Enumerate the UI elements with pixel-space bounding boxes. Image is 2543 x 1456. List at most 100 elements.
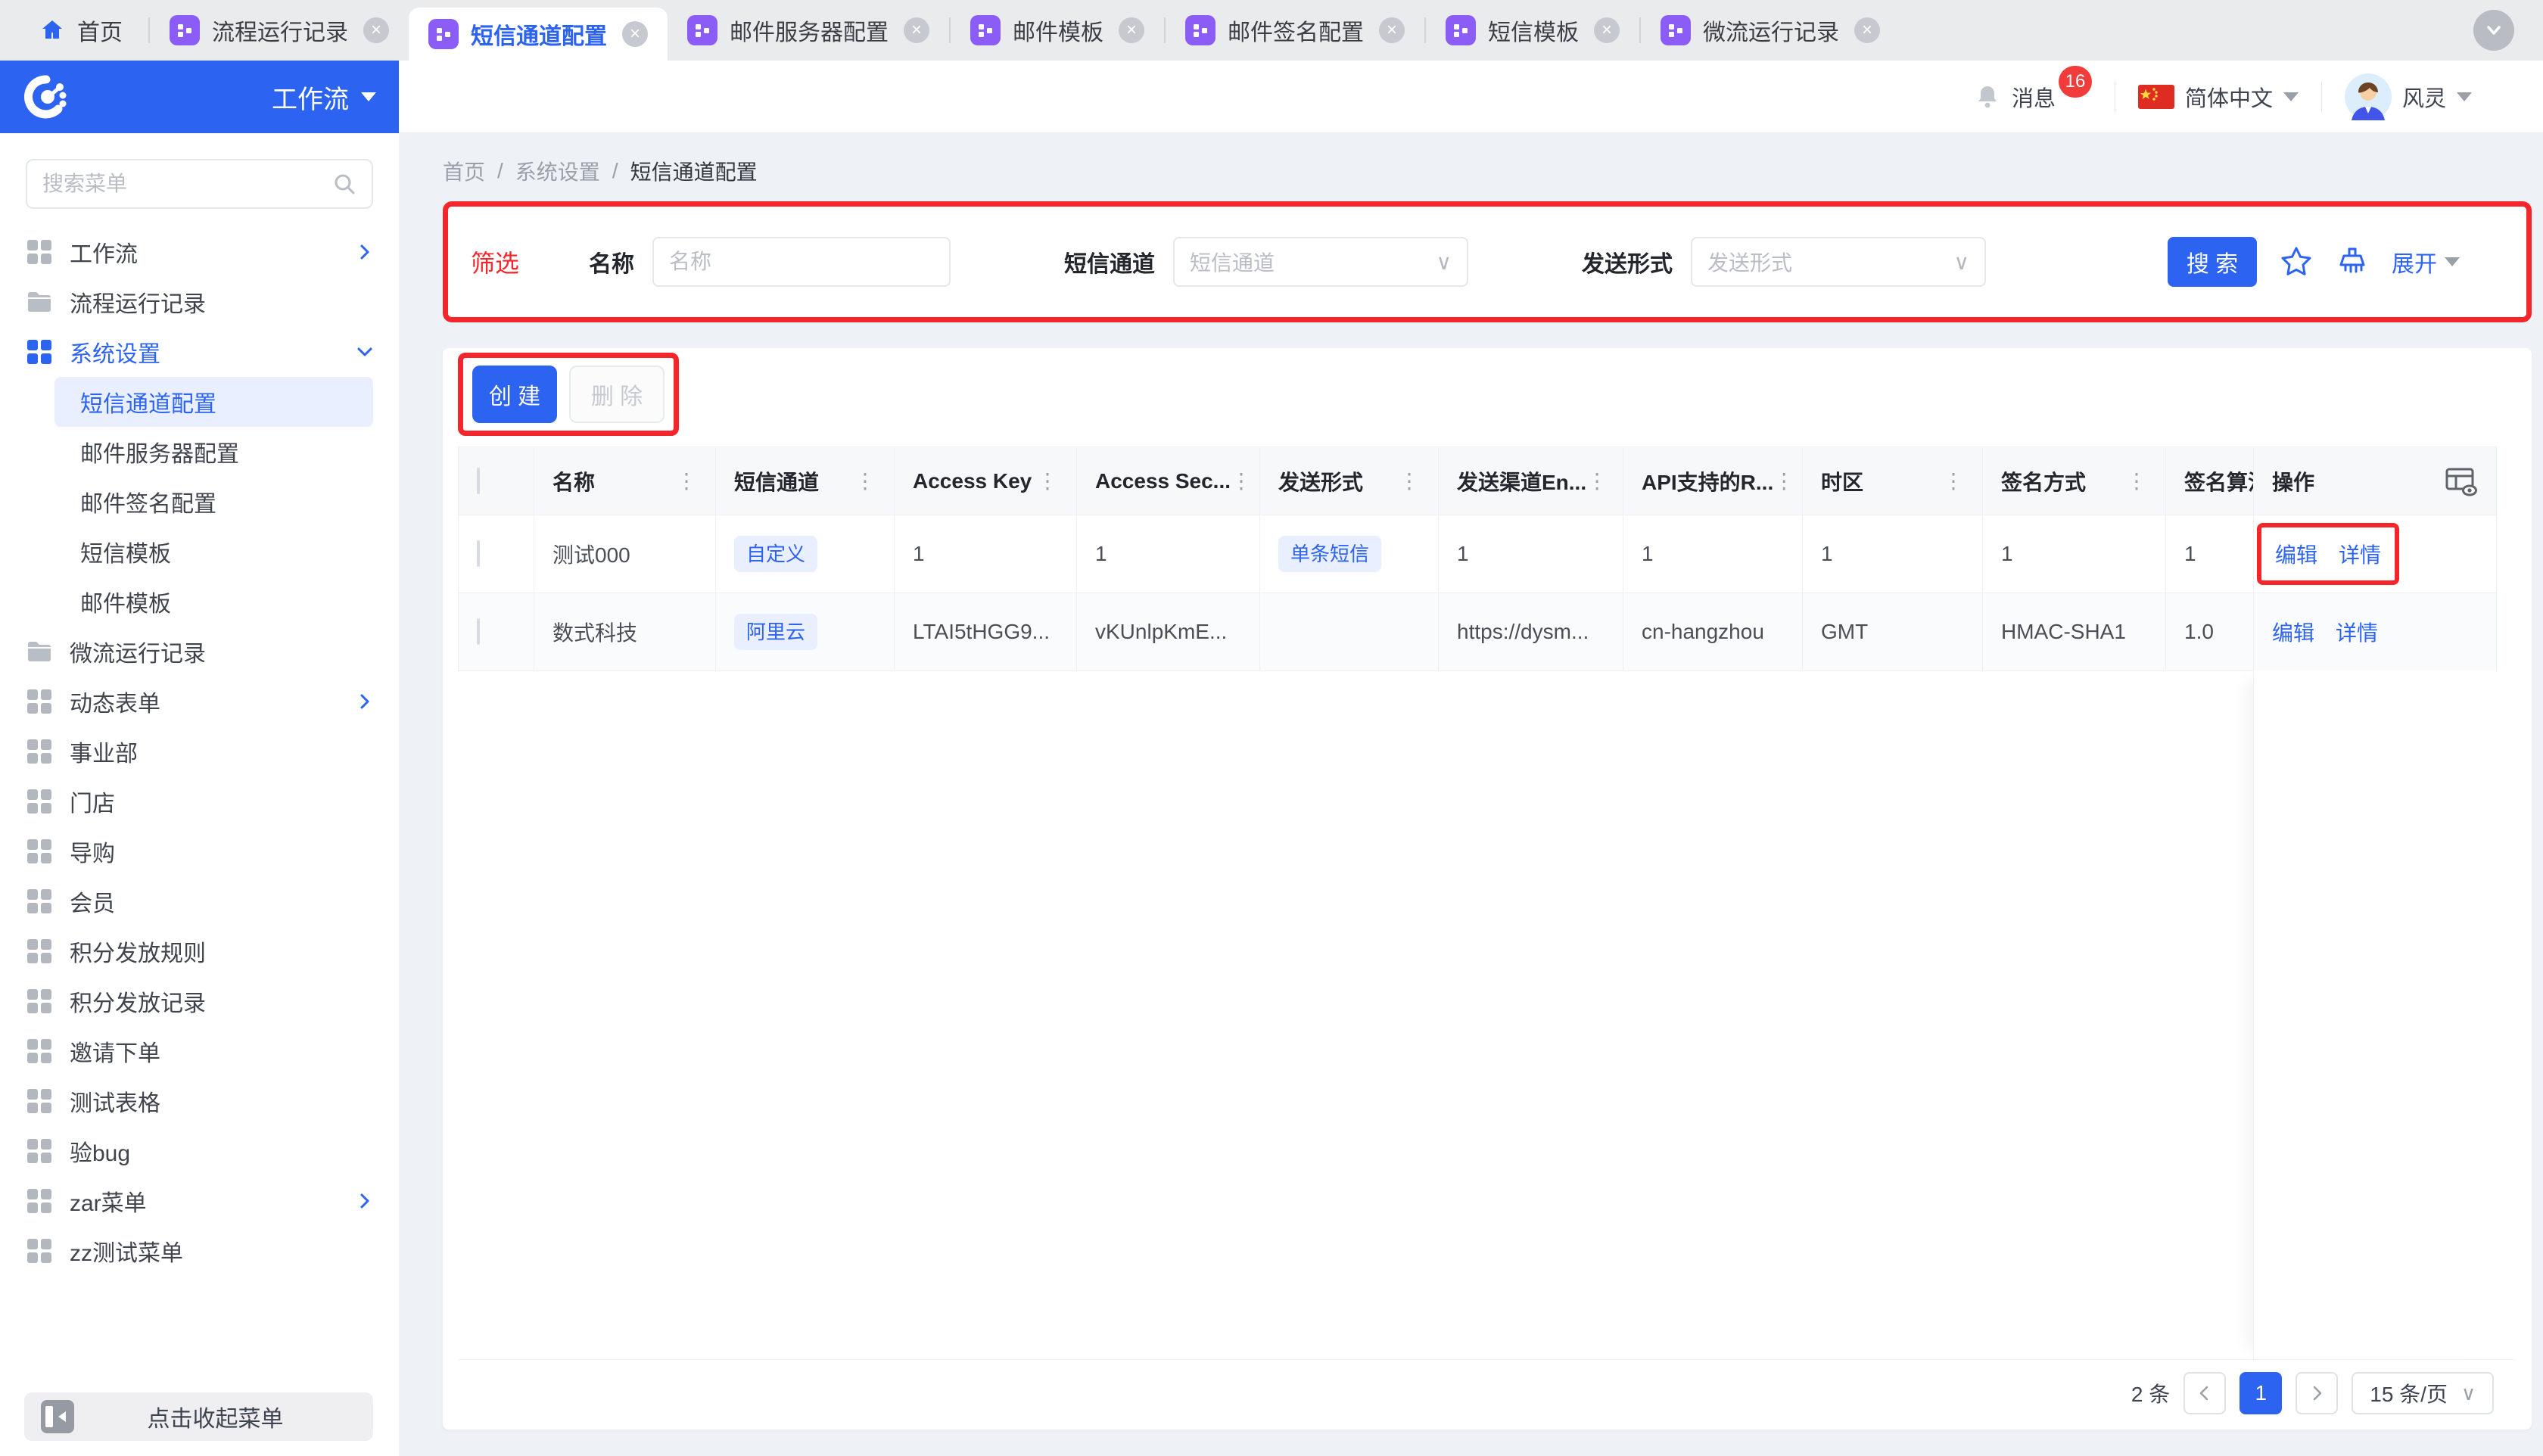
grid-icon — [26, 888, 53, 915]
column-menu-icon[interactable]: ⋮ — [1399, 468, 1420, 493]
language-label: 简体中文 — [2185, 81, 2273, 113]
sidebar-item-label: 测试表格 — [70, 1084, 160, 1118]
grid-icon — [26, 688, 53, 715]
column-menu-icon[interactable]: ⋮ — [1037, 468, 1058, 493]
sidebar-menu: 工作流 流程运行记录 系统设置 短信通道配置 邮件服务器配置 邮件签名配置 — [0, 227, 399, 1456]
column-menu-icon[interactable]: ⋮ — [1231, 468, 1252, 493]
sidebar-item-zar-menu[interactable]: zar菜单 — [26, 1176, 373, 1226]
tab-bar: 首页 流程运行记录 × 短信通道配置 × 邮件服务器配置 × 邮件模板 × 邮件… — [0, 0, 2543, 61]
row-checkbox[interactable] — [477, 540, 480, 567]
tab-home[interactable]: 首页 — [39, 14, 148, 47]
grid-icon — [26, 838, 53, 865]
workflow-node-icon — [687, 15, 717, 45]
detail-link[interactable]: 详情 — [2336, 617, 2378, 647]
messages-button[interactable]: 消息 16 — [1951, 81, 2115, 113]
sidebar-item-label: 会员 — [70, 885, 115, 918]
close-icon[interactable]: × — [1594, 17, 1620, 43]
channel-select[interactable]: 短信通道 ∨ — [1173, 237, 1468, 287]
app-switcher[interactable]: 工作流 — [272, 79, 376, 116]
sidebar-item-mail-signature-config[interactable]: 邮件签名配置 — [26, 477, 373, 527]
page-size-select[interactable]: 15 条/页 ∨ — [2352, 1372, 2494, 1414]
tab-mail-template[interactable]: 邮件模板 × — [951, 0, 1164, 61]
table-row[interactable]: 测试000 自定义 1 1 单条短信 1 1 1 1 1 编辑 — [459, 515, 2497, 593]
sidebar-item-member[interactable]: 会员 — [26, 876, 373, 926]
breadcrumb: 首页 / 系统设置 / 短信通道配置 — [443, 156, 2532, 186]
menu-search-input[interactable] — [42, 172, 323, 196]
edit-link[interactable]: 编辑 — [2275, 539, 2317, 569]
column-menu-icon[interactable]: ⋮ — [1586, 468, 1608, 493]
column-menu-icon[interactable]: ⋮ — [1943, 468, 1964, 493]
sidebar-item-microflow-run-log[interactable]: 微流运行记录 — [26, 627, 373, 677]
page-number-button[interactable]: 1 — [2240, 1372, 2282, 1414]
next-page-button[interactable] — [2296, 1372, 2338, 1414]
sidebar-item-business-unit[interactable]: 事业部 — [26, 726, 373, 776]
sidebar-item-verify-bug[interactable]: 验bug — [26, 1126, 373, 1176]
collapse-menu-button[interactable]: 点击收起菜单 — [24, 1392, 373, 1441]
sidebar-item-mail-server-config[interactable]: 邮件服务器配置 — [26, 427, 373, 477]
tab-mail-server-config[interactable]: 邮件服务器配置 × — [668, 0, 949, 61]
sidebar-item-points-rule[interactable]: 积分发放规则 — [26, 926, 373, 976]
sidebar-item-zz-test-menu[interactable]: zz测试菜单 — [26, 1226, 373, 1276]
tab-sms-template[interactable]: 短信模板 × — [1426, 0, 1639, 61]
sidebar-item-dynamic-form[interactable]: 动态表单 — [26, 677, 373, 726]
language-selector[interactable]: 简体中文 — [2115, 81, 2321, 113]
column-menu-icon[interactable]: ⋮ — [2126, 468, 2147, 493]
row-checkbox[interactable] — [477, 618, 480, 645]
edit-link[interactable]: 编辑 — [2272, 617, 2314, 647]
page-size-value: 15 条/页 — [2370, 1378, 2448, 1408]
send-form-select[interactable]: 发送形式 ∨ — [1691, 237, 1986, 287]
sidebar-item-guide[interactable]: 导购 — [26, 826, 373, 876]
sidebar-item-sms-channel-config[interactable]: 短信通道配置 — [54, 377, 373, 427]
cell-name: 测试000 — [534, 515, 716, 593]
sidebar-item-invite-order[interactable]: 邀请下单 — [26, 1026, 373, 1076]
sidebar-item-store[interactable]: 门店 — [26, 776, 373, 826]
sidebar-item-mail-template[interactable]: 邮件模板 — [26, 577, 373, 627]
tab-list-dropdown-button[interactable] — [2473, 10, 2514, 51]
header-toolbar: 消息 16 简体中文 风灵 — [399, 61, 2543, 133]
sidebar-item-process-run-log[interactable]: 流程运行记录 — [26, 277, 373, 327]
sidebar-item-points-record[interactable]: 积分发放记录 — [26, 976, 373, 1026]
grid-icon — [26, 1237, 53, 1265]
detail-link[interactable]: 详情 — [2339, 539, 2381, 569]
breadcrumb-system-settings[interactable]: 系统设置 — [515, 156, 600, 186]
sidebar-item-sms-template[interactable]: 短信模板 — [26, 527, 373, 577]
chevron-down-icon: ∨ — [1954, 250, 1970, 275]
search-button[interactable]: 搜 索 — [2168, 237, 2257, 287]
delete-button[interactable]: 删 除 — [569, 366, 665, 423]
prev-page-button[interactable] — [2183, 1372, 2226, 1414]
cell-access-key: 1 — [895, 515, 1077, 593]
select-all-checkbox[interactable] — [477, 468, 480, 494]
breadcrumb-home[interactable]: 首页 — [443, 156, 485, 186]
sidebar-item-label: 动态表单 — [70, 685, 160, 718]
column-menu-icon[interactable]: ⋮ — [854, 468, 876, 493]
user-menu[interactable]: 风灵 — [2322, 73, 2495, 120]
column-settings-icon[interactable] — [2445, 466, 2478, 496]
tab-microflow-run-log[interactable]: 微流运行记录 × — [1641, 0, 1900, 61]
menu-search-box[interactable] — [26, 159, 373, 209]
sidebar-item-test-table[interactable]: 测试表格 — [26, 1076, 373, 1126]
close-icon[interactable]: × — [904, 17, 929, 43]
clear-broom-icon[interactable] — [2336, 245, 2369, 278]
table-header-row: 名称⋮ 短信通道⋮ Access Key⋮ Access Sec...⋮ 发送形… — [459, 447, 2497, 515]
name-input[interactable] — [652, 237, 951, 287]
app-logo — [23, 73, 70, 120]
close-icon[interactable]: × — [622, 21, 648, 47]
channel-field-label: 短信通道 — [1064, 245, 1155, 278]
tab-sms-channel-config-active[interactable]: 短信通道配置 × — [409, 8, 668, 61]
folder-icon — [26, 638, 53, 665]
create-button[interactable]: 创 建 — [472, 366, 557, 423]
close-icon[interactable]: × — [1379, 17, 1405, 43]
expand-toggle[interactable]: 展开 — [2392, 245, 2460, 278]
column-menu-icon[interactable]: ⋮ — [1773, 468, 1794, 493]
column-menu-icon[interactable]: ⋮ — [676, 468, 697, 493]
close-icon[interactable]: × — [1854, 17, 1880, 43]
favorite-star-icon[interactable] — [2280, 245, 2313, 278]
tab-process-run-log[interactable]: 流程运行记录 × — [150, 0, 409, 61]
table-row[interactable]: 数式科技 阿里云 LTAI5tHGG9... vKUnlpKmE... http… — [459, 593, 2497, 671]
sidebar-item-system-settings[interactable]: 系统设置 — [26, 327, 373, 377]
cell-access-secret: 1 — [1077, 515, 1260, 593]
close-icon[interactable]: × — [363, 17, 389, 43]
close-icon[interactable]: × — [1119, 17, 1144, 43]
sidebar-item-workflow[interactable]: 工作流 — [26, 227, 373, 277]
tab-mail-signature-config[interactable]: 邮件签名配置 × — [1166, 0, 1424, 61]
